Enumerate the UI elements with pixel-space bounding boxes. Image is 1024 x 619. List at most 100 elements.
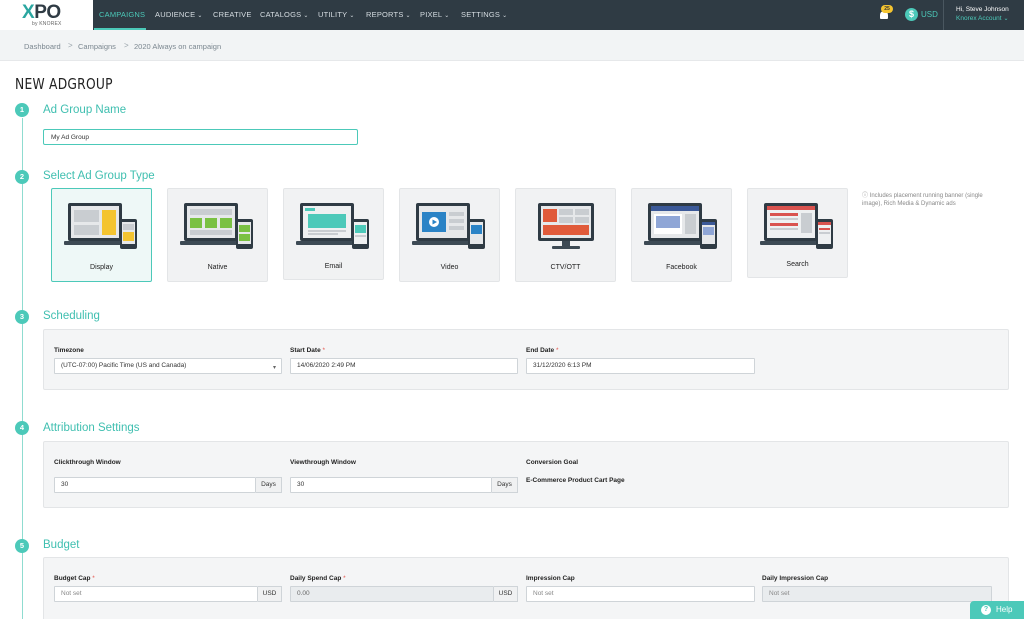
adgroup-type-search[interactable]: Search xyxy=(747,188,848,278)
nav-reports-label: REPORTS xyxy=(366,10,404,19)
adgroup-type-display[interactable]: Display xyxy=(51,188,152,282)
notifications-bell[interactable]: 25 xyxy=(878,5,893,22)
help-button[interactable]: ? Help xyxy=(970,601,1024,619)
adgroup-type-video[interactable]: Video xyxy=(399,188,500,282)
budget-cap-label: Budget Cap * xyxy=(54,575,95,582)
attribution-panel: Clickthrough Window 30 Days Viewthrough … xyxy=(43,441,1009,508)
logo-subtitle: by KNOREX xyxy=(32,21,62,27)
chevron-down-icon: ▾ xyxy=(272,365,276,371)
step-4-badge: 4 xyxy=(15,421,29,435)
chevron-down-icon: ⌄ xyxy=(303,13,309,19)
adgroup-type-note: ⓘ Includes placement running banner (sin… xyxy=(862,193,1002,208)
email-illustration-icon xyxy=(296,203,369,249)
nav-audience[interactable]: AUDIENCE ⌄ xyxy=(155,10,203,19)
nav-creative[interactable]: CREATIVE xyxy=(213,10,252,19)
chevron-down-icon: ⌄ xyxy=(502,13,508,19)
adgroup-type-label: Facebook xyxy=(666,264,697,271)
clickthrough-window-label: Clickthrough Window xyxy=(54,459,121,466)
top-navbar: XPO by KNOREX CAMPAIGNS AUDIENCE ⌄ CREATI… xyxy=(0,0,1024,30)
usd-unit: USD xyxy=(258,586,282,602)
end-date-input[interactable]: 31/12/2020 6:13 PM xyxy=(526,358,755,374)
timezone-value: (UTC-07:00) Pacific Time (US and Canada) xyxy=(61,362,187,369)
adgroup-type-ctv-ott[interactable]: CTV/OTT xyxy=(515,188,616,282)
breadcrumb-separator: > xyxy=(124,41,129,50)
impression-cap-label: Impression Cap xyxy=(526,575,575,582)
page-title: NEW ADGROUP xyxy=(15,75,113,93)
chevron-down-icon: ⌄ xyxy=(349,13,355,19)
budget-cap-input[interactable]: Not set xyxy=(54,586,258,602)
impression-cap-input[interactable]: Not set xyxy=(526,586,755,602)
required-mark: * xyxy=(555,347,559,354)
step-5-badge: 5 xyxy=(15,539,29,553)
breadcrumb-campaigns[interactable]: Campaigns xyxy=(78,42,116,51)
chevron-down-icon: ⌄ xyxy=(1003,16,1009,22)
breadcrumb-separator: > xyxy=(68,41,73,50)
currency-label[interactable]: USD xyxy=(921,10,938,19)
tv-illustration-icon xyxy=(538,203,594,249)
start-date-input[interactable]: 14/06/2020 2:49 PM xyxy=(290,358,518,374)
search-illustration-icon xyxy=(760,203,833,249)
budget-cap-label-text: Budget Cap xyxy=(54,575,91,582)
ad-group-name-input[interactable] xyxy=(43,129,358,145)
daily-spend-cap-label: Daily Spend Cap * xyxy=(290,575,346,582)
nav-pixel[interactable]: PIXEL ⌄ xyxy=(420,10,450,19)
timezone-select[interactable]: (UTC-07:00) Pacific Time (US and Canada)… xyxy=(54,358,282,374)
nav-creative-label: CREATIVE xyxy=(213,10,252,19)
scheduling-panel: Timezone (UTC-07:00) Pacific Time (US an… xyxy=(43,329,1009,390)
viewthrough-window-input[interactable]: 30 xyxy=(290,477,492,493)
native-illustration-icon xyxy=(180,203,253,249)
conversion-goal-value: E-Commerce Product Cart Page xyxy=(526,477,625,484)
start-date-label-text: Start Date xyxy=(290,347,321,354)
viewthrough-window-label: Viewthrough Window xyxy=(290,459,356,466)
dollar-icon[interactable]: $ xyxy=(905,8,918,21)
daily-spend-cap-label-text: Daily Spend Cap xyxy=(290,575,342,582)
required-mark: * xyxy=(322,347,326,354)
xpo-logo[interactable]: XPO by KNOREX xyxy=(0,0,93,30)
nav-catalogs-label: CATALOGS xyxy=(260,10,302,19)
adgroup-type-label: CTV/OTT xyxy=(550,264,581,271)
nav-divider xyxy=(943,0,944,30)
step-3-badge: 3 xyxy=(15,310,29,324)
clickthrough-window-input[interactable]: 30 xyxy=(54,477,256,493)
step-2-title: Select Ad Group Type xyxy=(43,170,155,182)
nav-catalogs[interactable]: CATALOGS ⌄ xyxy=(260,10,309,19)
facebook-illustration-icon xyxy=(644,203,717,249)
required-mark: * xyxy=(92,575,95,582)
adgroup-type-email[interactable]: Email xyxy=(283,188,384,280)
daily-spend-cap-input[interactable]: 0.00 xyxy=(290,586,494,602)
step-4-title: Attribution Settings xyxy=(43,422,140,434)
usd-unit: USD xyxy=(494,586,518,602)
daily-impression-cap-input[interactable]: Not set xyxy=(762,586,992,602)
step-1-title: Ad Group Name xyxy=(43,104,127,116)
chevron-down-icon: ⌄ xyxy=(197,13,203,19)
conversion-goal-label: Conversion Goal xyxy=(526,459,579,466)
account-name: Knorex Account xyxy=(956,15,1002,22)
nav-campaigns-label: CAMPAIGNS xyxy=(99,10,146,19)
chevron-down-icon: ⌄ xyxy=(405,13,411,19)
nav-reports[interactable]: REPORTS ⌄ xyxy=(366,10,411,19)
timezone-label: Timezone xyxy=(54,347,84,354)
start-date-label: Start Date * xyxy=(290,347,325,354)
notification-count-badge: 25 xyxy=(881,5,893,13)
end-date-label-text: End Date xyxy=(526,347,555,354)
nav-settings-label: SETTINGS xyxy=(461,10,501,19)
nav-settings[interactable]: SETTINGS ⌄ xyxy=(461,10,507,19)
days-unit: Days xyxy=(492,477,518,493)
step-2-badge: 2 xyxy=(15,170,29,184)
step-5-title: Budget xyxy=(43,539,80,551)
adgroup-type-label: Email xyxy=(324,263,343,270)
logo-rest: PO xyxy=(34,2,61,23)
breadcrumb: Dashboard > Campaigns > 2020 Always on c… xyxy=(0,30,1024,61)
nav-campaigns[interactable]: CAMPAIGNS xyxy=(99,10,145,19)
breadcrumb-current: 2020 Always on campaign xyxy=(134,42,222,51)
user-greeting[interactable]: Hi, Steve Johnson xyxy=(956,6,1009,13)
help-label: Help xyxy=(996,605,1013,614)
breadcrumb-dashboard[interactable]: Dashboard xyxy=(24,42,61,51)
account-switcher[interactable]: Knorex Account ⌄ xyxy=(956,15,1009,22)
adgroup-type-native[interactable]: Native xyxy=(167,188,268,282)
adgroup-type-label: Native xyxy=(207,264,228,271)
question-icon: ? xyxy=(981,605,991,615)
adgroup-type-facebook[interactable]: Facebook xyxy=(631,188,732,282)
nav-utility[interactable]: UTILITY ⌄ xyxy=(318,10,355,19)
required-mark: * xyxy=(343,575,346,582)
